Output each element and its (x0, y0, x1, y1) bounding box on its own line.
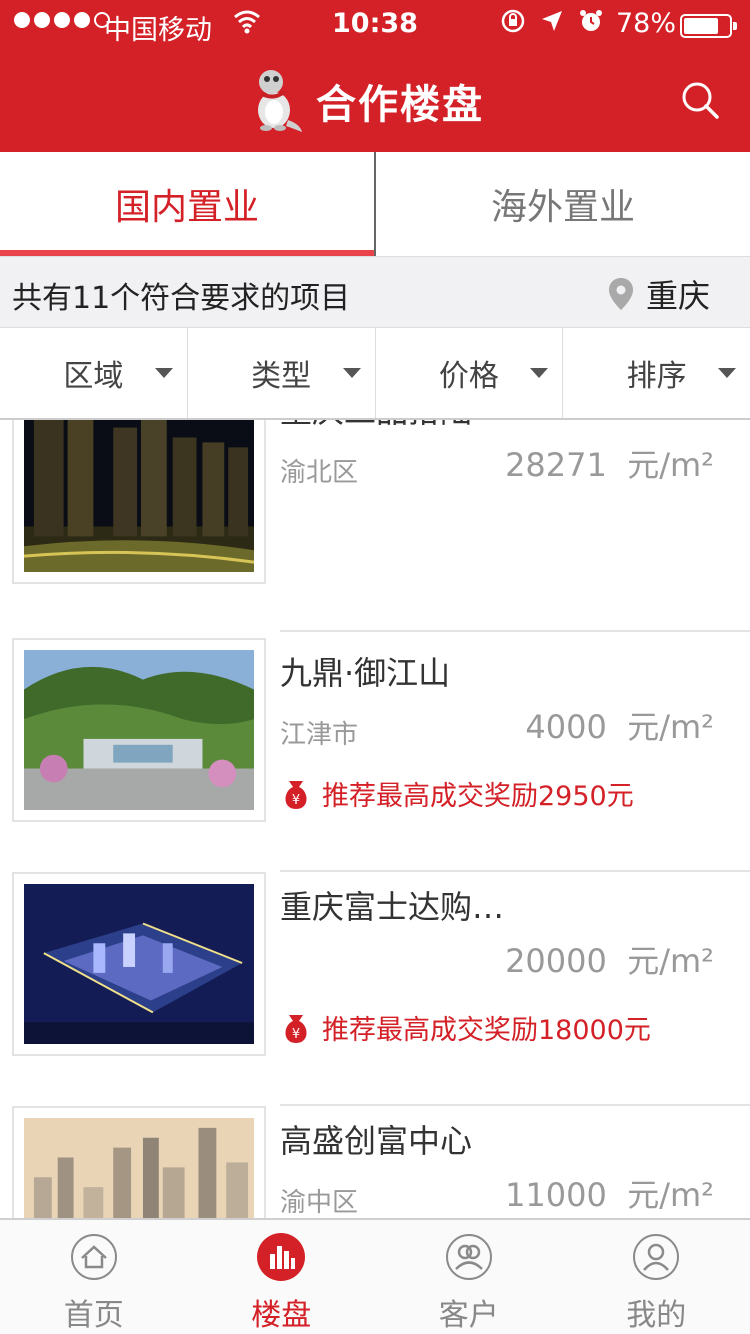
money-bag-icon: ¥ (285, 1014, 307, 1043)
caret-down-icon (154, 368, 173, 378)
battery-icon (680, 14, 737, 38)
city-selector[interactable]: 重庆 (608, 271, 710, 317)
result-count: 共有11个符合要求的项目 (12, 281, 351, 316)
reward-text: 推荐最高成交奖励2950元 (322, 781, 634, 812)
tabbar-label: 首页 (63, 1298, 124, 1333)
list-item[interactable]: 九鼎·御江山 江津市 4000 元/m² ¥ 推荐最高成交奖励2950元 (0, 638, 750, 872)
aerial-night-complex-image (24, 884, 254, 1044)
money-bag-icon: ¥ (285, 780, 307, 809)
filter-type[interactable]: 类型 (188, 328, 376, 418)
svg-text:¥: ¥ (292, 793, 300, 808)
filter-label: 排序 (626, 359, 687, 394)
project-name: 重庆工品拾陆 (280, 420, 472, 432)
tabbar-buildings[interactable]: 楼盘 (188, 1220, 376, 1334)
home-icon (70, 1234, 117, 1280)
project-list[interactable]: 重庆工品拾陆 渝北区 28271 元/m² 九鼎·御江山 江津市 4000 元/… (0, 420, 750, 1218)
caret-down-icon (718, 368, 736, 378)
project-price: 28271 元/m² (505, 446, 714, 484)
profile-icon (633, 1234, 680, 1280)
alarm-icon (580, 10, 602, 31)
project-district: 渝中区 (280, 1188, 359, 1218)
tab-label: 国内置业 (114, 187, 259, 228)
tabbar-label: 客户 (438, 1298, 499, 1333)
referral-reward: ¥ 推荐最高成交奖励2950元 (280, 774, 634, 813)
rotation-lock-icon (501, 9, 525, 33)
page-title: 合作楼盘 (316, 82, 484, 128)
list-item[interactable]: 重庆富士达购… 20000 元/m² ¥ 推荐最高成交奖励18000元 (0, 872, 750, 1106)
project-thumbnail (12, 420, 266, 584)
filter-label: 价格 (438, 359, 499, 394)
tabbar-home[interactable]: 首页 (0, 1220, 188, 1334)
project-district: 渝北区 (280, 458, 359, 488)
project-name: 高盛创富中心 (280, 1122, 473, 1160)
tab-overseas[interactable]: 海外置业 (376, 152, 750, 256)
hillside-resort-image (24, 650, 254, 810)
tab-label: 海外置业 (490, 187, 635, 228)
market-tabs: 国内置业 海外置业 (0, 152, 750, 256)
referral-reward: ¥ 推荐最高成交奖励18000元 (280, 1008, 651, 1047)
project-thumbnail (12, 638, 266, 822)
reward-text: 推荐最高成交奖励18000元 (322, 1015, 651, 1046)
location-arrow-icon (542, 11, 562, 31)
project-name: 重庆富士达购… (280, 888, 505, 926)
project-price: 4000 元/m² (525, 708, 714, 746)
filter-sort[interactable]: 排序 (563, 328, 750, 418)
search-icon[interactable] (680, 80, 720, 120)
tabbar-profile[interactable]: 我的 (563, 1220, 750, 1334)
dinosaur-mascot-icon (258, 70, 302, 132)
filter-label: 类型 (251, 359, 312, 394)
tabbar-label: 楼盘 (251, 1298, 312, 1333)
battery-percentage: 78% (616, 8, 677, 39)
filter-bar: 区域 类型 价格 排序 (0, 328, 750, 420)
project-district: 江津市 (280, 720, 359, 750)
project-thumbnail (12, 872, 266, 1056)
list-item[interactable]: 重庆工品拾陆 渝北区 28271 元/m² (0, 420, 750, 632)
filter-district[interactable]: 区域 (0, 328, 188, 418)
result-summary-bar: 共有11个符合要求的项目 重庆 (0, 256, 750, 328)
tabbar-customers[interactable]: 客户 (375, 1220, 563, 1334)
project-name: 九鼎·御江山 (280, 654, 451, 692)
filter-label: 区域 (63, 359, 124, 394)
project-thumbnail (12, 1106, 266, 1218)
tabbar-label: 我的 (626, 1298, 687, 1333)
caret-down-icon (342, 368, 361, 378)
filter-price[interactable]: 价格 (376, 328, 564, 418)
top-bar: 中国移动 10:38 78% 合作楼盘 (0, 0, 750, 152)
city-name: 重庆 (646, 277, 711, 315)
project-price: 20000 元/m² (505, 942, 714, 980)
location-pin-icon (609, 278, 633, 310)
buildings-chart-icon (257, 1233, 306, 1281)
page-header: 合作楼盘 (0, 50, 750, 152)
list-item[interactable]: 高盛创富中心 渝中区 11000 元/m² (0, 1106, 750, 1218)
bottom-tab-bar: 首页 楼盘 客户 我的 (0, 1218, 750, 1334)
caret-down-icon (530, 368, 549, 378)
item-divider (280, 630, 750, 632)
project-price: 11000 元/m² (505, 1176, 714, 1214)
svg-text:¥: ¥ (292, 1027, 300, 1042)
tab-domestic[interactable]: 国内置业 (0, 152, 374, 256)
customers-icon (445, 1234, 492, 1280)
city-skyline-image (24, 1118, 254, 1218)
status-bar: 中国移动 10:38 78% (0, 0, 750, 50)
night-towers-image (24, 420, 254, 572)
